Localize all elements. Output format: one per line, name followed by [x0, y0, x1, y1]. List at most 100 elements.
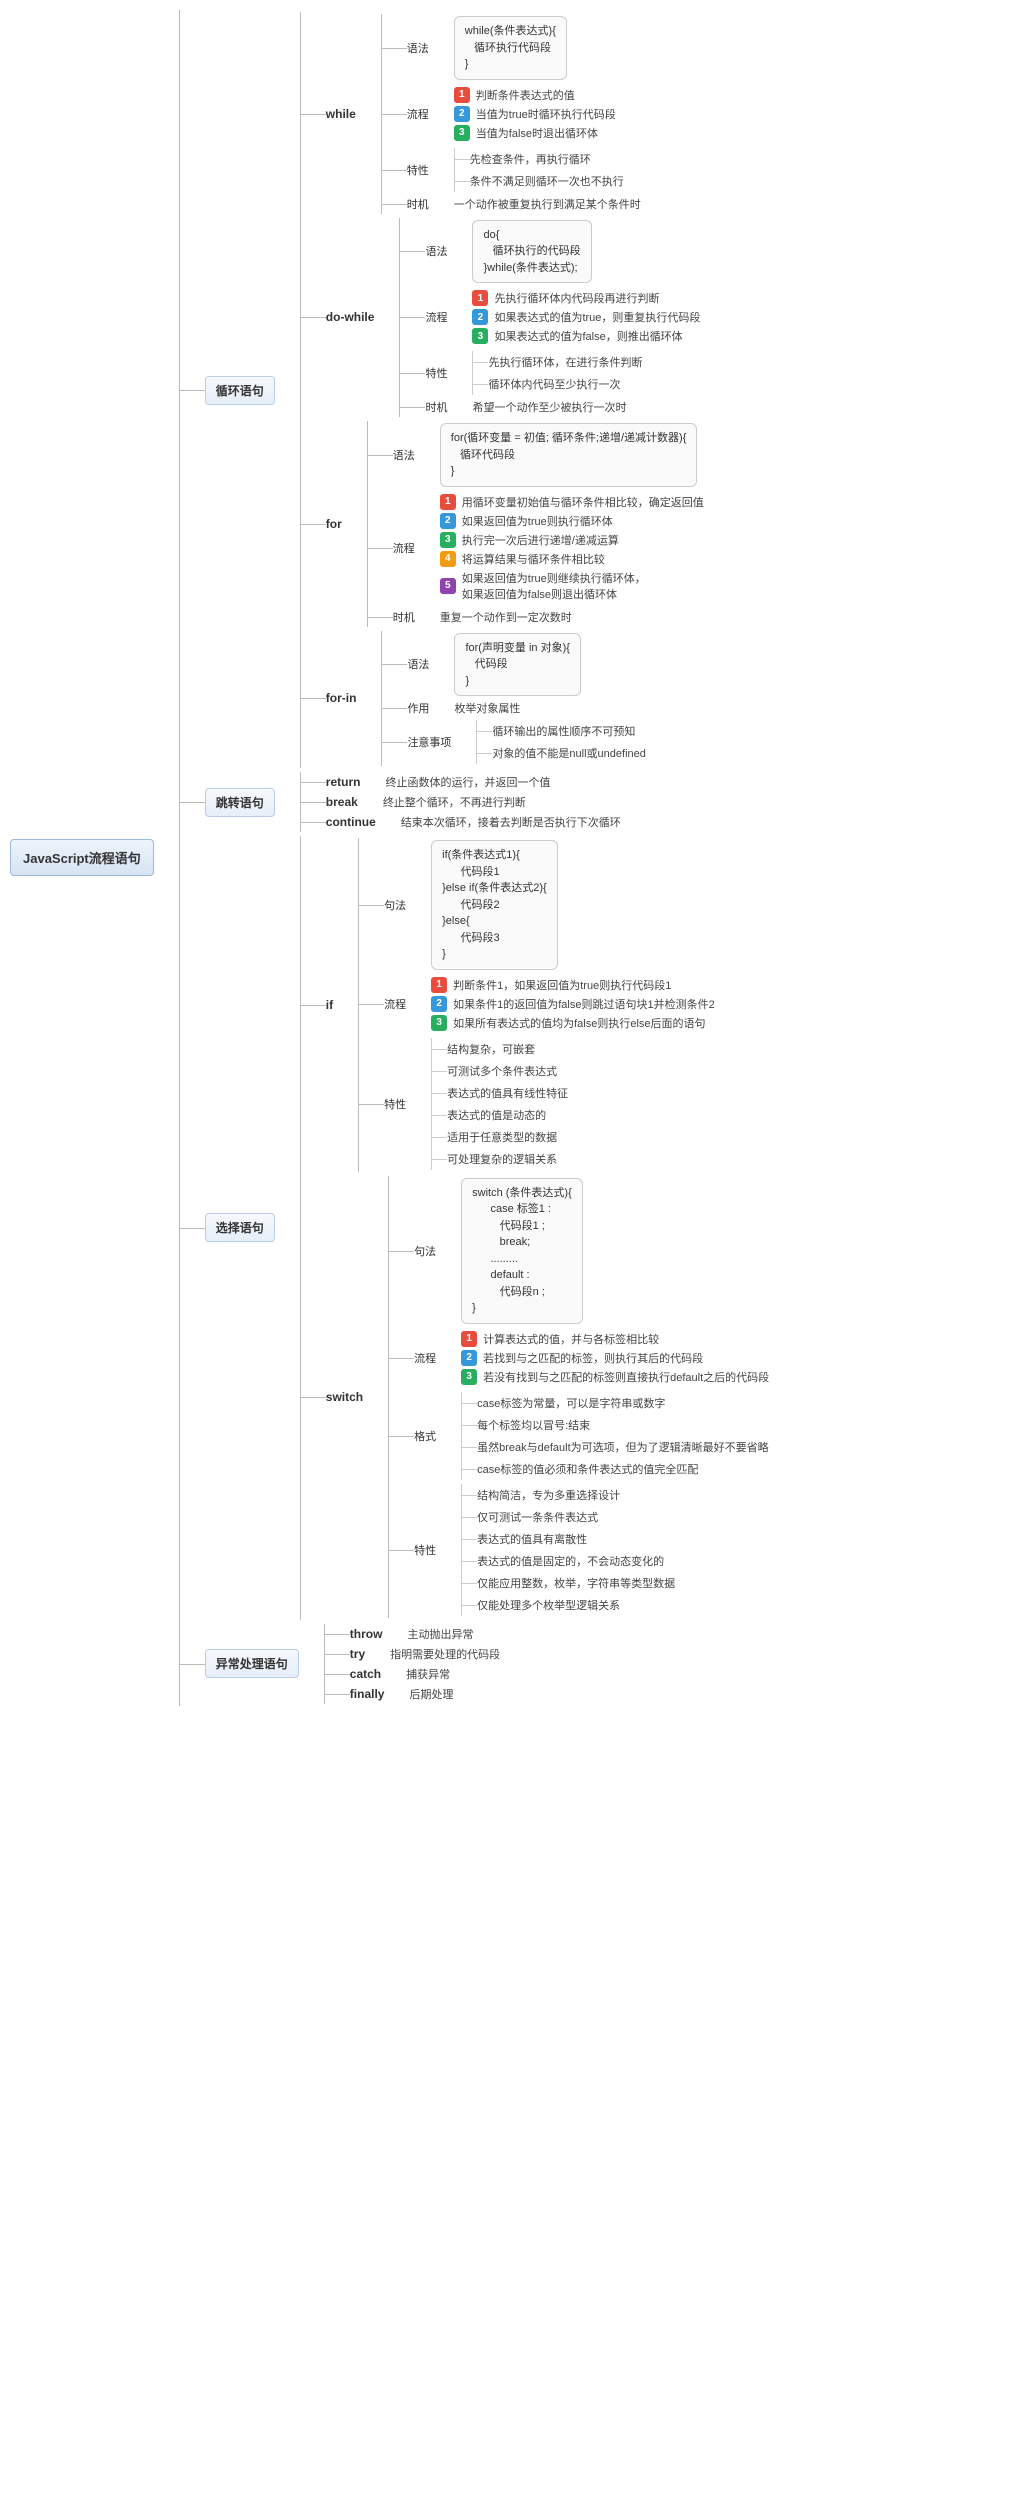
- leaf: 句法: [384, 897, 406, 913]
- leaf: 指明需要处理的代码段: [390, 1646, 500, 1662]
- leaf: 表达式的值是动态的: [432, 1104, 568, 1126]
- leaf: 表达式的值具有离散性: [462, 1528, 675, 1550]
- leaf: 流程: [384, 996, 406, 1012]
- leaf: 可测试多个条件表达式: [432, 1060, 568, 1082]
- root-children: 循环语句 while 语法 while(条件表达式){ 循环执行代码段 } 流程 …: [179, 10, 769, 1706]
- leaf: 终止整个循环，不再进行判断: [383, 794, 526, 810]
- cat-select: 选择语句 if 句法if(条件表达式1){ 代码段1 }else if(条件表达…: [180, 836, 769, 1620]
- switch-feat: 结构简洁，专为多重选择设计 仅可测试一条条件表达式 表达式的值具有离散性 表达式…: [461, 1484, 675, 1616]
- leaf: 流程: [393, 540, 415, 556]
- leaf: 语法: [407, 656, 429, 672]
- leaf: 当值为true时循环执行代码段: [476, 106, 616, 122]
- leaf: 流程: [414, 1350, 436, 1366]
- if-node: if 句法if(条件表达式1){ 代码段1 }else if(条件表达式2){ …: [301, 838, 769, 1172]
- leaf: 如果返回值为true则执行循环体: [462, 513, 613, 529]
- return-label: return: [326, 775, 361, 789]
- leaf: 特性: [384, 1096, 406, 1112]
- leaf: 适用于任意类型的数据: [432, 1126, 568, 1148]
- leaf: 先执行循环体内代码段再进行判断: [494, 290, 659, 306]
- leaf: 主动抛出异常: [407, 1626, 473, 1642]
- leaf: 希望一个动作至少被执行一次时: [472, 399, 626, 415]
- leaf: 若没有找到与之匹配的标签则直接执行default之后的代码段: [483, 1369, 769, 1385]
- leaf: 流程: [425, 309, 447, 325]
- leaf: 条件不满足则循环一次也不执行: [455, 170, 624, 192]
- leaf: 先执行循环体，在进行条件判断: [473, 351, 642, 373]
- leaf: 循环体内代码至少执行一次: [473, 373, 642, 395]
- finally-label: finally: [350, 1687, 385, 1701]
- while-feat: 先检查条件，再执行循环 条件不满足则循环一次也不执行: [454, 148, 624, 192]
- leaf: case标签为常量，可以是字符串或数字: [462, 1392, 769, 1414]
- continue-label: continue: [326, 815, 376, 829]
- leaf: case标签的值必须和条件表达式的值完全匹配: [462, 1458, 769, 1480]
- leaf: 计算表达式的值，并与各标签相比较: [483, 1331, 659, 1347]
- leaf: 结构复杂，可嵌套: [432, 1038, 568, 1060]
- cat-loop: 循环语句 while 语法 while(条件表达式){ 循环执行代码段 } 流程 …: [180, 12, 769, 768]
- leaf: 特性: [414, 1542, 436, 1558]
- leaf: 终止函数体的运行，并返回一个值: [385, 774, 550, 790]
- forin-label: for-in: [326, 691, 357, 705]
- while-timing: 一个动作被重复执行到满足某个条件时: [454, 196, 641, 212]
- while-label: while: [326, 107, 356, 121]
- cat-except: 异常处理语句 throw主动抛出异常 try指明需要处理的代码段 catch捕获…: [180, 1624, 769, 1704]
- forin-code: for(声明变量 in 对象){ 代码段 }: [454, 633, 581, 697]
- leaf: 先检查条件，再执行循环: [455, 148, 624, 170]
- k-feat: 特性: [407, 162, 429, 178]
- leaf: 每个标签均以冒号:结束: [462, 1414, 769, 1436]
- while-code: while(条件表达式){ 循环执行代码段 }: [454, 16, 567, 80]
- leaf: 判断条件表达式的值: [476, 87, 575, 103]
- leaf: 如果条件1的返回值为false则跳过语句块1并检测条件2: [453, 996, 715, 1012]
- leaf: 当值为false时退出循环体: [476, 125, 598, 141]
- leaf: 格式: [414, 1428, 436, 1444]
- leaf: 注意事项: [407, 734, 451, 750]
- dowhile-label: do-while: [326, 310, 375, 324]
- dowhile-code: do{ 循环执行的代码段 }while(条件表达式);: [472, 220, 591, 284]
- for-node: for 语法 for(循环变量 = 初值; 循环条件;递增/递减计数器){ 循环代…: [301, 421, 704, 627]
- switch-format: case标签为常量，可以是字符串或数字 每个标签均以冒号:结束 虽然break与…: [461, 1392, 769, 1480]
- leaf: 结构简洁，专为多重选择设计: [462, 1484, 675, 1506]
- switch-flow: 1计算表达式的值，并与各标签相比较 2若找到与之匹配的标签，则执行其后的代码段 …: [461, 1328, 769, 1388]
- leaf: 枚举对象属性: [454, 700, 520, 716]
- leaf: 如果表达式的值为true，则重复执行代码段: [494, 309, 700, 325]
- cat-jump: 跳转语句 return终止函数体的运行，并返回一个值 break终止整个循环，不…: [180, 772, 769, 832]
- if-code: if(条件表达式1){ 代码段1 }else if(条件表达式2){ 代码段2 …: [431, 840, 558, 970]
- leaf: 执行完一次后进行递增/递减运算: [462, 532, 619, 548]
- root-node: JavaScript流程语句: [10, 839, 154, 876]
- leaf: 表达式的值是固定的，不会动态变化的: [462, 1550, 675, 1572]
- switch-code: switch (条件表达式){ case 标签1 : 代码段1 ; break;…: [461, 1178, 583, 1324]
- switch-node: switch 句法 switch (条件表达式){ case 标签1 : 代码段1…: [301, 1176, 769, 1618]
- leaf: 语法: [393, 447, 415, 463]
- leaf: 循环输出的属性顺序不可预知: [477, 720, 645, 742]
- dowhile-flow: 1先执行循环体内代码段再进行判断 2如果表达式的值为true，则重复执行代码段 …: [472, 287, 700, 347]
- leaf: 仅能处理多个枚举型逻辑关系: [462, 1594, 675, 1616]
- if-flow: 1判断条件1，如果返回值为true则执行代码段1 2如果条件1的返回值为fals…: [431, 974, 715, 1034]
- leaf: 用循环变量初始值与循环条件相比较，确定返回值: [462, 494, 704, 510]
- leaf: 可处理复杂的逻辑关系: [432, 1148, 568, 1170]
- for-code: for(循环变量 = 初值; 循环条件;递增/递减计数器){ 循环代码段 }: [440, 423, 698, 487]
- dowhile-node: do-while 语法 do{ 循环执行的代码段 }while(条件表达式); 流…: [301, 218, 704, 418]
- leaf: 特性: [425, 365, 447, 381]
- leaf: 如果表达式的值为false，则推出循环体: [494, 328, 682, 344]
- leaf: 判断条件1，如果返回值为true则执行代码段1: [453, 977, 671, 993]
- leaf: 结束本次循环，接着去判断是否执行下次循环: [401, 814, 621, 830]
- leaf: 如果返回值为true则继续执行循环体， 如果返回值为false则退出循环体: [462, 570, 646, 602]
- switch-label: switch: [326, 1390, 363, 1404]
- k-syntax: 语法: [407, 40, 429, 56]
- while-node: while 语法 while(条件表达式){ 循环执行代码段 } 流程 1判断条件…: [301, 14, 704, 214]
- k-flow: 流程: [407, 106, 429, 122]
- leaf: 仅可测试一条条件表达式: [462, 1506, 675, 1528]
- for-label: for: [326, 517, 342, 531]
- leaf: 句法: [414, 1243, 436, 1259]
- mindmap: JavaScript流程语句 循环语句 while 语法 while(条件表达式)…: [10, 10, 1013, 1706]
- cat-select-label: 选择语句: [205, 1213, 275, 1242]
- leaf: 时机: [425, 399, 447, 415]
- cat-except-label: 异常处理语句: [205, 1649, 299, 1678]
- for-flow: 1用循环变量初始值与循环条件相比较，确定返回值 2如果返回值为true则执行循环…: [440, 491, 704, 605]
- leaf: 若找到与之匹配的标签，则执行其后的代码段: [483, 1350, 703, 1366]
- leaf: 将运算结果与循环条件相比较: [462, 551, 605, 567]
- while-flow: 1判断条件表达式的值 2当值为true时循环执行代码段 3当值为false时退出…: [454, 84, 616, 144]
- leaf: 对象的值不能是null或undefined: [477, 742, 645, 764]
- leaf: 虽然break与default为可选项，但为了逻辑清晰最好不要省略: [462, 1436, 769, 1458]
- cat-loop-label: 循环语句: [205, 376, 275, 405]
- leaf: 语法: [425, 243, 447, 259]
- leaf: 作用: [407, 700, 429, 716]
